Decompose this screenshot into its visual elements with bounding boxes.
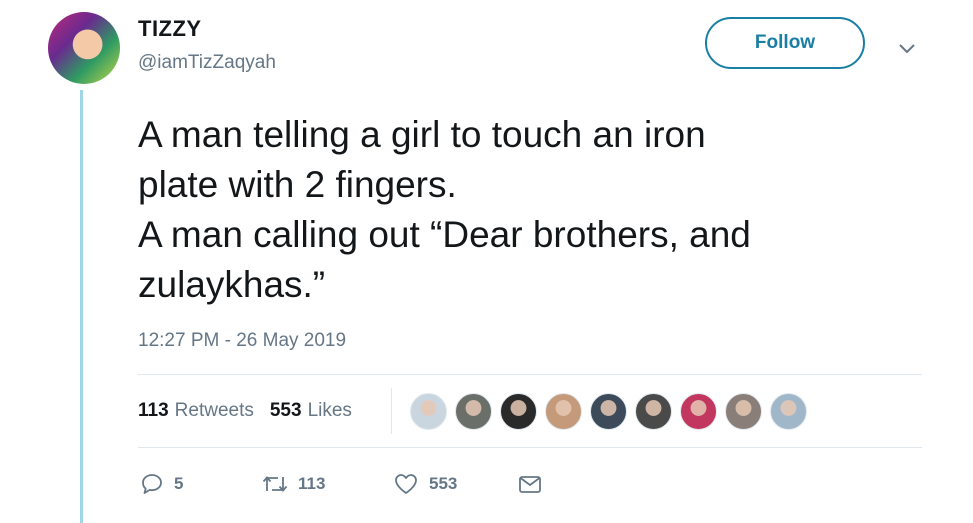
heart-icon [395, 474, 417, 494]
user-handle[interactable]: @iamTizZaqyah [138, 52, 276, 74]
tweet-text: A man telling a girl to touch an iron pl… [138, 110, 898, 310]
likes-label: Likes [307, 400, 352, 421]
tweet-actions: 5 113 553 [140, 472, 560, 502]
thread-line [80, 90, 83, 523]
tweet-timestamp[interactable]: 12:27 PM - 26 May 2019 [138, 330, 346, 352]
likes-count: 553 [269, 400, 302, 421]
retweet-count: 113 [298, 474, 326, 493]
liker-avatar[interactable] [410, 393, 447, 430]
divider [138, 447, 922, 448]
retweets-label: Retweets [174, 400, 254, 421]
tweet-line: zulaykhas.” [138, 264, 326, 305]
likes-stat[interactable]: 553 Likes [270, 400, 352, 422]
liker-avatar[interactable] [590, 393, 627, 430]
follow-button[interactable]: Follow [705, 17, 865, 69]
liker-avatar[interactable] [770, 393, 807, 430]
envelope-icon [519, 476, 541, 493]
avatar[interactable] [48, 12, 120, 84]
liker-avatar[interactable] [455, 393, 492, 430]
like-count: 553 [429, 474, 458, 493]
liker-avatar[interactable] [680, 393, 717, 430]
liker-avatar[interactable] [500, 393, 537, 430]
chevron-down-icon[interactable] [896, 38, 918, 60]
likers-avatars [410, 393, 807, 430]
retweet-button[interactable]: 113 [262, 472, 325, 496]
reply-count: 5 [174, 474, 184, 493]
divider [138, 374, 922, 375]
retweets-count: 113 [138, 400, 169, 421]
tweet-stats: 113 Retweets 553 Likes [138, 400, 352, 422]
liker-avatar[interactable] [725, 393, 762, 430]
stats-separator [391, 388, 392, 434]
tweet-line: plate with 2 fingers. [138, 164, 457, 205]
retweets-stat[interactable]: 113 Retweets [138, 400, 254, 422]
retweet-icon [262, 476, 288, 492]
liker-avatar[interactable] [545, 393, 582, 430]
display-name[interactable]: TIZZY [138, 16, 202, 42]
liker-avatar[interactable] [635, 393, 672, 430]
tweet-line: A man calling out “Dear brothers, and [138, 214, 751, 255]
tweet-line: A man telling a girl to touch an iron [138, 114, 706, 155]
reply-button[interactable]: 5 [140, 472, 183, 496]
like-button[interactable]: 553 [393, 472, 457, 496]
reply-icon [142, 474, 162, 494]
message-button[interactable] [517, 472, 543, 496]
